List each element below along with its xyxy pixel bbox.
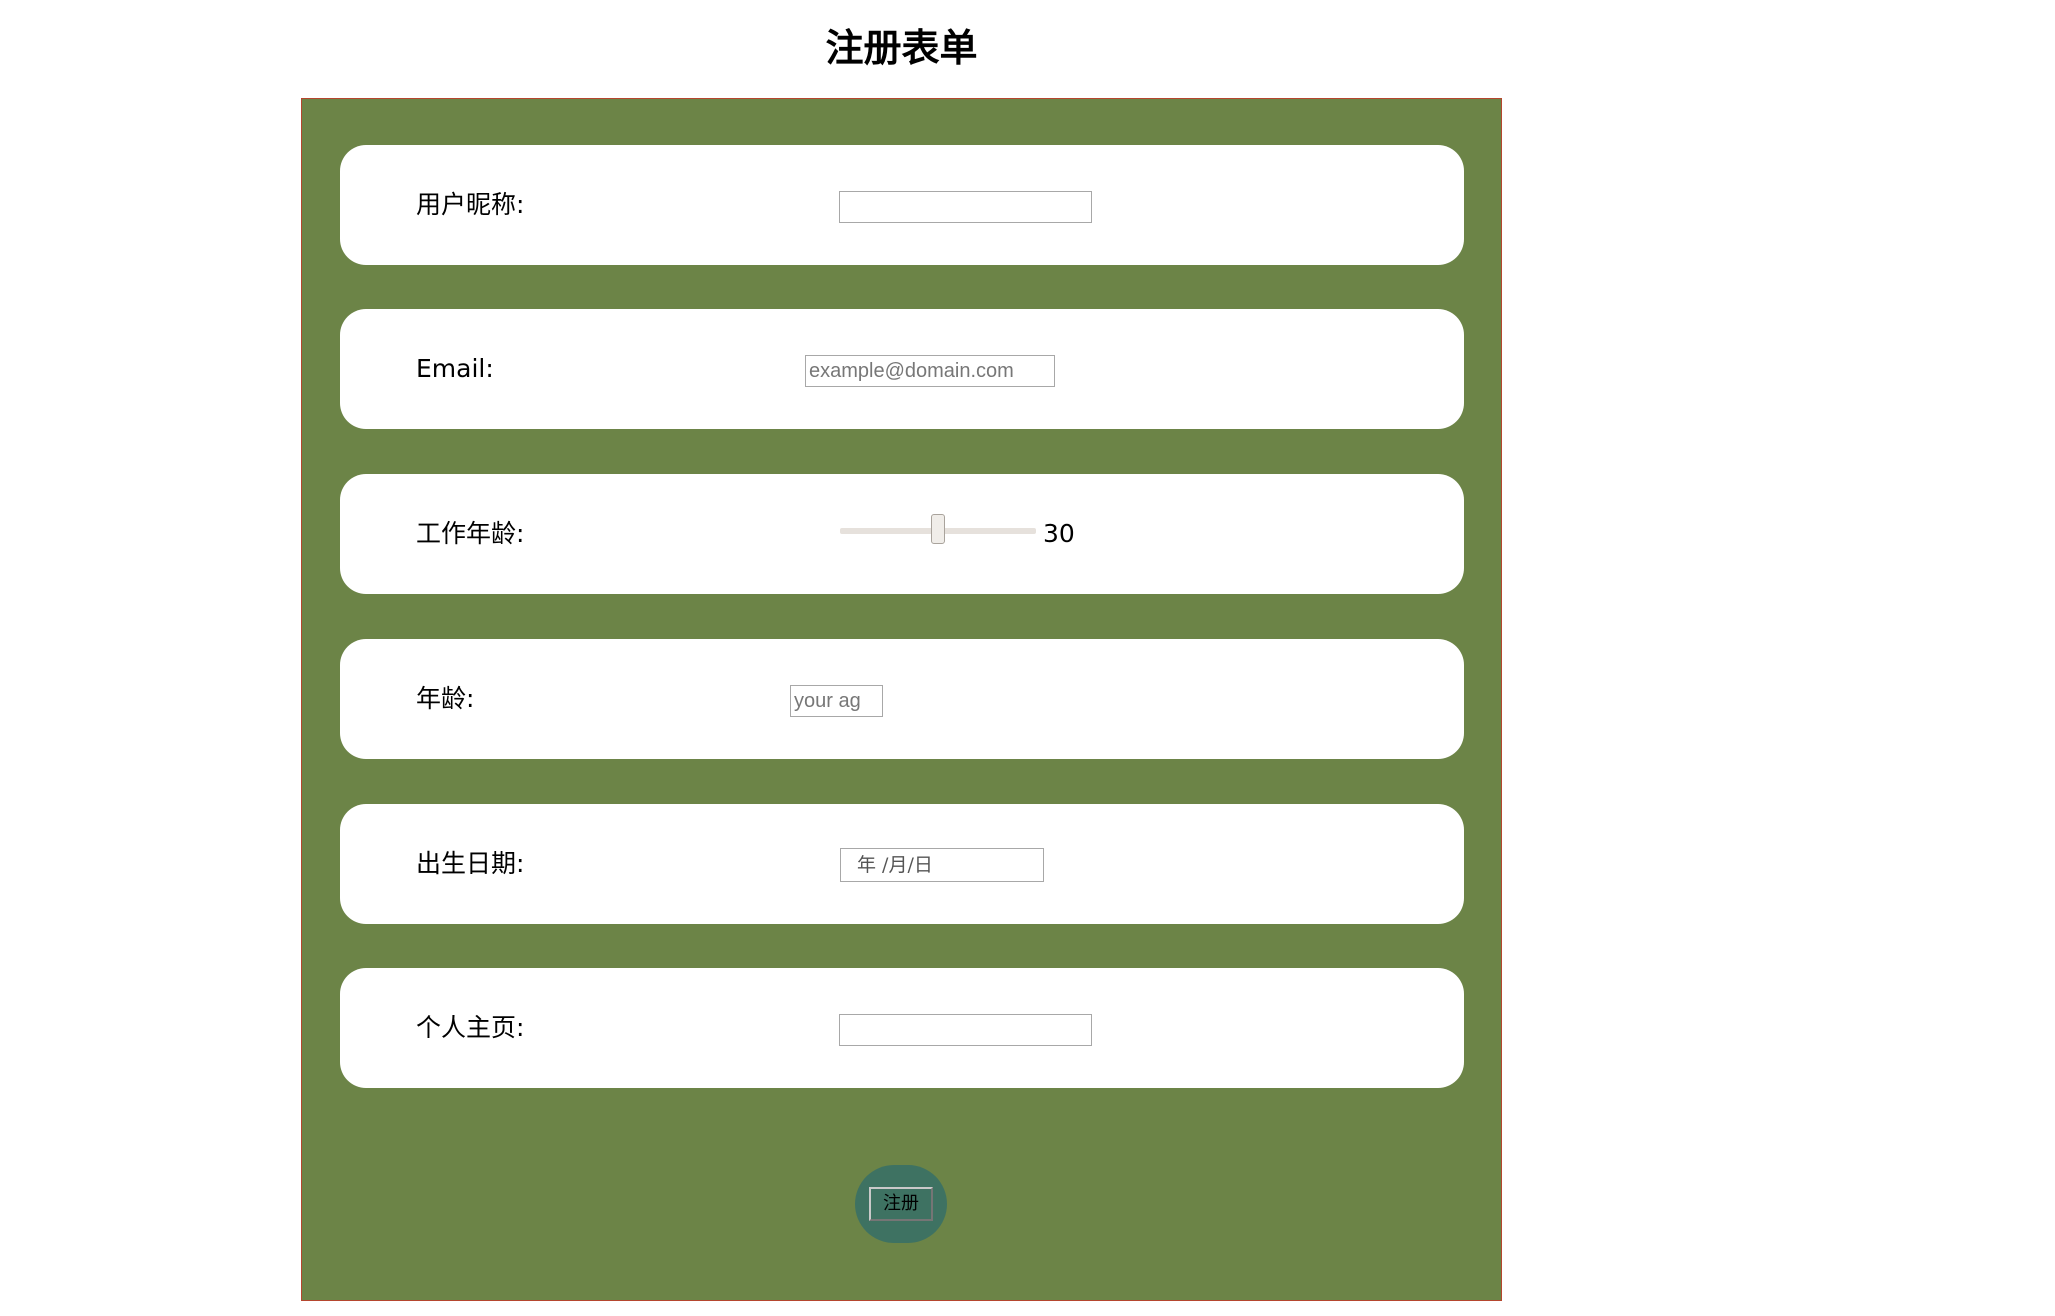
homepage-label: 个人主页: — [416, 1013, 525, 1042]
nickname-label: 用户昵称: — [416, 190, 525, 219]
submit-button[interactable]: 注册 — [869, 1187, 933, 1221]
age-row: 年龄: — [340, 639, 1464, 759]
registration-form: 用户昵称: Email: 工作年龄: 30 年龄: 出生日期: 年 /月/日 个… — [301, 98, 1502, 1301]
page-title: 注册表单 — [825, 26, 978, 70]
age-input[interactable] — [790, 685, 883, 717]
age-label: 年龄: — [416, 684, 475, 713]
homepage-row: 个人主页: — [340, 968, 1464, 1088]
email-row: Email: — [340, 309, 1464, 429]
work-age-value: 30 — [1043, 519, 1075, 548]
submit-button-wrapper: 注册 — [855, 1165, 947, 1243]
work-age-label: 工作年龄: — [416, 519, 525, 548]
nickname-input[interactable] — [839, 191, 1092, 223]
work-age-slider-thumb[interactable] — [931, 514, 945, 544]
work-age-row: 工作年龄: 30 — [340, 474, 1464, 594]
nickname-row: 用户昵称: — [340, 145, 1464, 265]
birth-date-row: 出生日期: 年 /月/日 — [340, 804, 1464, 924]
birth-date-label: 出生日期: — [416, 849, 525, 878]
email-input[interactable] — [805, 355, 1055, 387]
homepage-input[interactable] — [839, 1014, 1092, 1046]
email-label: Email: — [416, 354, 494, 383]
birth-date-input[interactable]: 年 /月/日 — [840, 848, 1044, 882]
